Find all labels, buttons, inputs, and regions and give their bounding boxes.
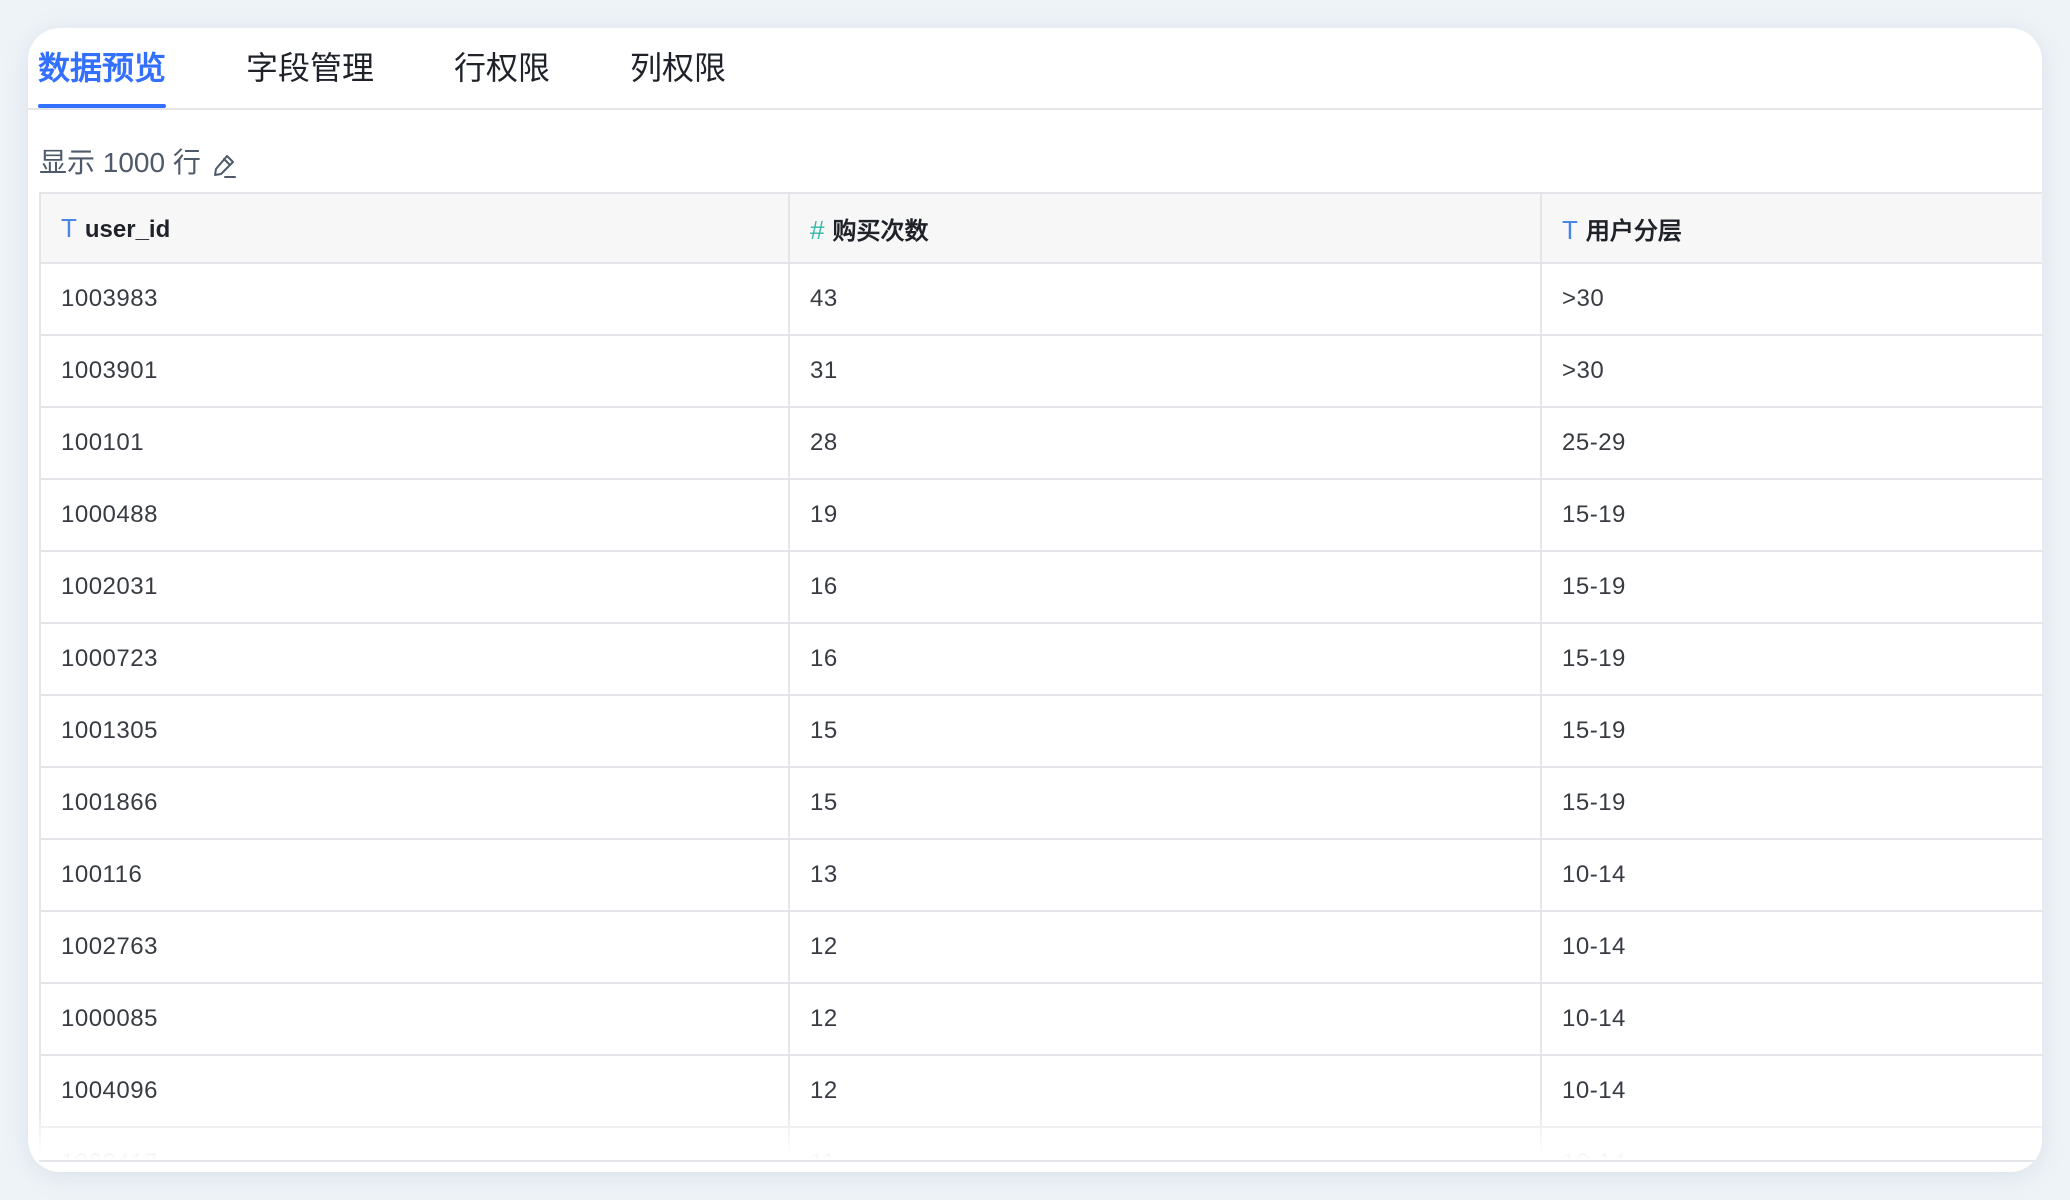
cell-user-tier: 15-19 [1541,767,2042,840]
cell-user-id: 1000085 [41,983,790,1056]
cell-user-tier: 10-14 [1541,911,2042,984]
row-count-setting: 显示 1000 行 [39,143,237,183]
data-table-container[interactable]: Tuser_id # 购买次数 T 用户分层 1003983 43 >30 1003901… [39,192,2042,1162]
cell-purchase-count: 13 [789,839,1542,912]
table-row[interactable]: 1002763 12 10-14 [41,911,2042,984]
cell-user-id: 1002031 [41,551,790,624]
table-row[interactable]: 1001866 15 15-19 [41,767,2042,840]
cell-user-tier: >30 [1541,335,2042,408]
table-row[interactable]: 1000723 16 15-19 [41,623,2042,696]
table-row[interactable]: 1003901 31 >30 [41,335,2042,408]
table-row[interactable]: 1001305 15 15-19 [41,695,2042,768]
edit-icon[interactable] [211,150,237,178]
cell-user-id: 1004096 [41,1055,790,1128]
cell-user-tier: 10-14 [1541,1055,2042,1128]
tab-bar: 数据预览 字段管理 行权限 列权限 [28,28,2042,110]
text-type-icon: T [1562,214,1578,245]
cell-purchase-count: 16 [789,623,1542,696]
cell-purchase-count: 12 [789,911,1542,984]
cell-purchase-count: 16 [789,551,1542,624]
table-row[interactable]: 1003983 43 >30 [41,263,2042,336]
cell-user-tier: 15-19 [1541,551,2042,624]
column-header-user-id[interactable]: Tuser_id [41,194,790,264]
cell-user-tier: 15-19 [1541,623,2042,696]
table-row[interactable]: 1000085 12 10-14 [41,983,2042,1056]
table-row[interactable]: 100101 28 25-29 [41,407,2042,480]
cell-purchase-count: 43 [789,263,1542,336]
cell-user-tier: 15-19 [1541,695,2042,768]
cell-purchase-count: 15 [789,695,1542,768]
cell-user-id: 1001866 [41,767,790,840]
cell-purchase-count: 11 [789,1127,1542,1160]
cell-user-tier: 10-14 [1541,839,2042,912]
cell-user-tier: 25-29 [1541,407,2042,480]
cell-purchase-count: 15 [789,767,1542,840]
cell-user-tier: 10-14 [1541,1127,2042,1160]
active-tab-indicator [38,104,166,108]
cell-purchase-count: 12 [789,983,1542,1056]
cell-user-id: 1000723 [41,623,790,696]
tab-column-permission[interactable]: 列权限 [630,48,726,108]
cell-purchase-count: 12 [789,1055,1542,1128]
column-header-purchase-count[interactable]: # 购买次数 [789,194,1542,264]
cell-user-id: 1003901 [41,335,790,408]
cell-user-tier: 15-19 [1541,479,2042,552]
cell-user-id: 1003983 [41,263,790,336]
cell-user-tier: >30 [1541,263,2042,336]
column-header-label: 用户分层 [1585,217,1682,245]
tab-row-permission[interactable]: 行权限 [454,48,550,108]
table-header-row: Tuser_id # 购买次数 T 用户分层 [41,194,2042,264]
cell-user-id: 1001305 [41,695,790,768]
cell-user-id: 1000488 [41,479,790,552]
cell-user-id: 100101 [41,407,790,480]
text-type-icon: T [61,212,77,243]
cell-purchase-count: 19 [789,479,1542,552]
table-row[interactable]: 1000488 19 15-19 [41,479,2042,552]
cell-user-id: 1000417 [41,1127,790,1160]
column-header-label: 购买次数 [832,217,929,245]
number-type-icon: # [810,214,825,245]
cell-purchase-count: 31 [789,335,1542,408]
data-table: Tuser_id # 购买次数 T 用户分层 1003983 43 >30 1003901… [41,194,2042,1160]
table-row[interactable]: 1004096 12 10-14 [41,1055,2042,1128]
column-header-label: user_id [84,215,171,243]
cell-user-id: 1002763 [41,911,790,984]
table-row[interactable]: 1002031 16 15-19 [41,551,2042,624]
cell-user-tier: 10-14 [1541,983,2042,1056]
tab-data-preview[interactable]: 数据预览 [38,48,166,108]
tab-field-management[interactable]: 字段管理 [246,48,374,108]
table-row[interactable]: 100116 13 10-14 [41,839,2042,912]
table-row[interactable]: 10004171110-14 [41,1127,2042,1160]
cell-purchase-count: 28 [789,407,1542,480]
cell-user-id: 100116 [41,839,790,912]
column-header-user-tier[interactable]: T 用户分层 [1541,194,2042,264]
data-panel-card: 数据预览 字段管理 行权限 列权限 显示 1000 行 Tuser_id # 购… [28,28,2042,1172]
row-count-label: 显示 1000 行 [39,147,201,178]
